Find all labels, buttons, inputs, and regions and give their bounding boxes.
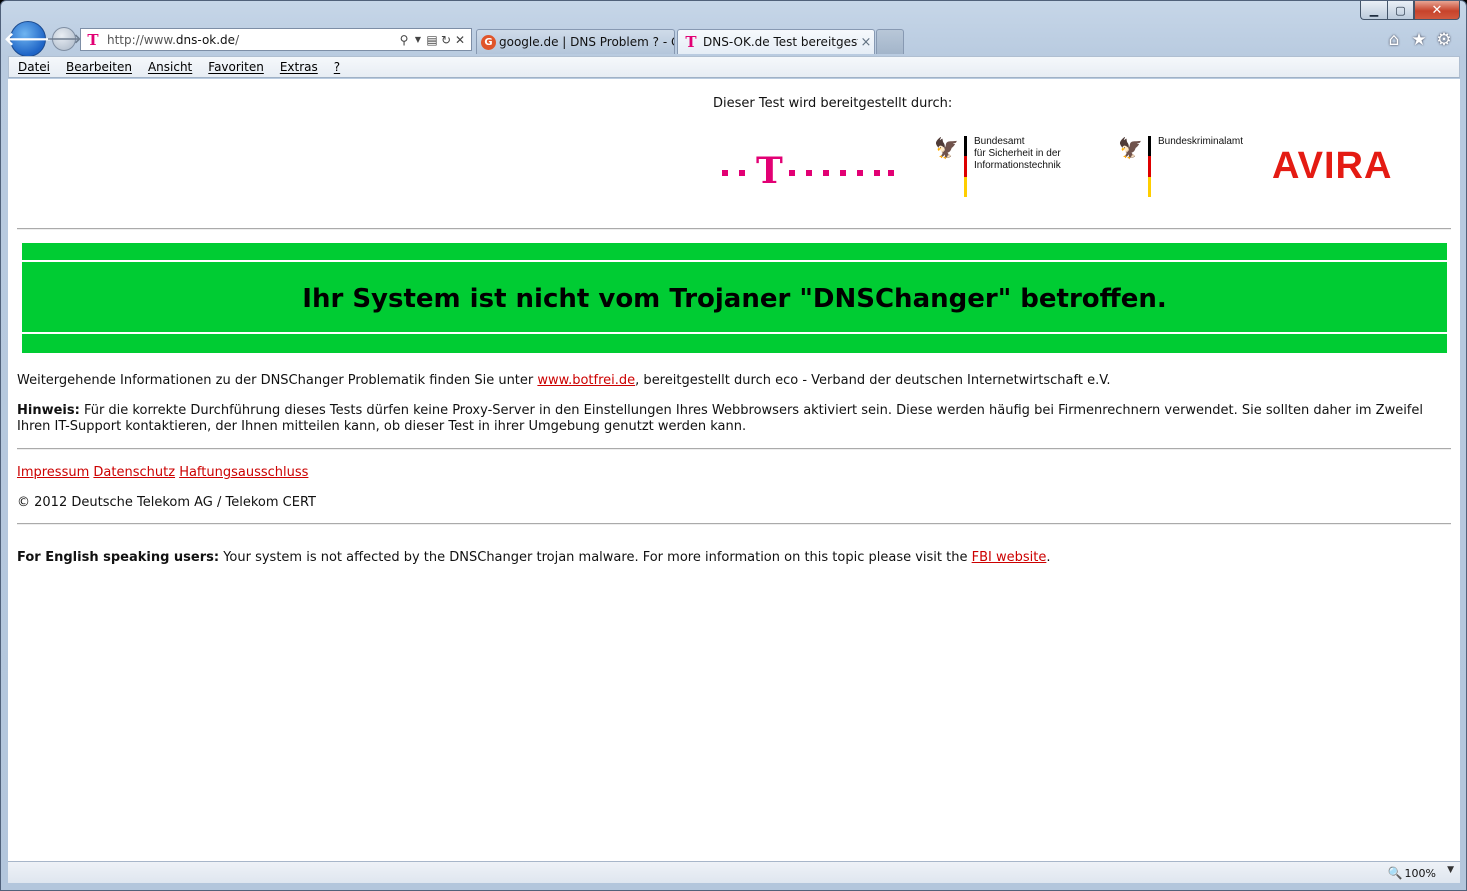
bsi-line-1: Bundesamt	[974, 136, 1025, 147]
new-tab-button[interactable]	[876, 29, 904, 54]
zoom-dropdown-icon[interactable]: ▼	[1447, 865, 1454, 875]
english-end: .	[1046, 550, 1051, 565]
bka-logo: 🦅 Bundeskriminalamt	[1118, 134, 1258, 199]
menu-datei[interactable]: Datei	[18, 60, 50, 74]
menu-extras[interactable]: Extras	[280, 60, 318, 74]
back-button[interactable]: 🡐	[4, 21, 52, 57]
url-host: dns-ok.de	[175, 32, 236, 47]
address-bar[interactable]: T http://www.dns-ok.de/ ⚲ ▼ ▤ ↻ ✕	[80, 28, 472, 51]
browser-window: ▁ ▢ ✕ 🡐 🡒 T http://www.dns-ok.de/ ⚲ ▼ ▤ …	[0, 0, 1467, 891]
favorites-star-icon[interactable]: ★	[1408, 30, 1430, 50]
home-icon[interactable]: ⌂	[1383, 30, 1405, 50]
tab-label: DNS-OK.de Test bereitgeste...	[703, 35, 858, 49]
english-notice: For English speaking users: Your system …	[17, 550, 1449, 566]
status-message: Ihr System ist nicht vom Trojaner "DNSCh…	[302, 284, 1167, 314]
hint-label: Hinweis:	[17, 403, 80, 418]
compatibility-view-icon[interactable]: ▤	[425, 33, 439, 47]
gear-icon[interactable]: ⚙	[1433, 30, 1455, 50]
menu-bar: Datei Bearbeiten Ansicht Favoriten Extra…	[8, 56, 1460, 78]
divider	[17, 448, 1451, 450]
bsi-line-2: für Sicherheit in der	[974, 148, 1061, 159]
info-paragraph: Weitergehende Informationen zu der DNSCh…	[17, 373, 1449, 389]
address-url[interactable]: http://www.dns-ok.de/	[103, 33, 397, 47]
flag-stripe	[1148, 136, 1151, 197]
menu-favoriten[interactable]: Favoriten	[208, 60, 264, 74]
page-content: Dieser Test wird bereitgestellt durch: T…	[8, 79, 1460, 861]
close-window-button[interactable]: ✕	[1414, 1, 1460, 20]
copyright: © 2012 Deutsche Telekom AG / Telekom CER…	[17, 495, 316, 510]
bsi-logo: 🦅 Bundesamt für Sicherheit in der Inform…	[934, 134, 1084, 199]
dropdown-arrow-icon[interactable]: ▼	[411, 35, 425, 44]
zoom-icon: 🔍	[1387, 866, 1403, 880]
bsi-line-3: Informationstechnik	[974, 160, 1061, 171]
google-favicon-icon: G	[481, 34, 496, 50]
zoom-control[interactable]: 🔍 100%	[1388, 866, 1436, 880]
stop-icon[interactable]: ✕	[453, 33, 467, 47]
minimize-button[interactable]: ▁	[1360, 1, 1387, 20]
close-tab-icon[interactable]: ×	[858, 35, 874, 50]
bka-text: Bundeskriminalamt	[1158, 136, 1244, 147]
search-icon[interactable]: ⚲	[397, 33, 411, 47]
info-text-before: Weitergehende Informationen zu der DNSCh…	[17, 373, 538, 388]
datenschutz-link[interactable]: Datenschutz	[93, 465, 175, 480]
menu-help[interactable]: ?	[334, 60, 340, 74]
tab-dns-ok[interactable]: T DNS-OK.de Test bereitgeste... ×	[677, 29, 875, 54]
footer-links: Impressum Datenschutz Haftungsausschluss	[17, 465, 1449, 481]
forward-arrow-icon: 🡒	[46, 32, 82, 47]
hint-text: Für die korrekte Durchführung dieses Tes…	[17, 403, 1423, 434]
status-bar: 🔍 100% ▼	[8, 861, 1460, 883]
refresh-icon[interactable]: ↻	[439, 33, 453, 47]
flag-stripe	[964, 136, 967, 197]
menu-bearbeiten[interactable]: Bearbeiten	[66, 60, 132, 74]
hint-paragraph: Hinweis: Für die korrekte Durchführung d…	[17, 403, 1449, 435]
impressum-link[interactable]: Impressum	[17, 465, 89, 480]
avira-logo: AVIRA	[1272, 145, 1393, 187]
forward-button[interactable]: 🡒	[47, 27, 81, 51]
fbi-link[interactable]: FBI website	[972, 550, 1047, 565]
telekom-logo: T	[720, 153, 895, 189]
status-banner: Ihr System ist nicht vom Trojaner "DNSCh…	[22, 243, 1447, 353]
url-prefix: http://www.	[107, 32, 176, 47]
url-suffix: /	[235, 32, 240, 47]
tab-google[interactable]: G google.de | DNS Problem ? - C...	[476, 29, 675, 54]
zoom-level: 100%	[1404, 866, 1436, 880]
maximize-button[interactable]: ▢	[1387, 1, 1414, 20]
divider	[17, 228, 1451, 230]
federal-eagle-icon: 🦅	[1118, 136, 1143, 160]
back-arrow-icon: 🡐	[3, 28, 53, 50]
info-text-after: , bereitgestellt durch eco - Verband der…	[635, 373, 1111, 388]
window-controls: ▁ ▢ ✕	[1360, 1, 1460, 20]
telekom-favicon-icon: T	[87, 30, 99, 49]
divider	[17, 523, 1451, 525]
english-label: For English speaking users:	[17, 550, 220, 565]
telekom-favicon-icon: T	[685, 33, 697, 51]
tab-label: google.de | DNS Problem ? - C...	[499, 35, 674, 49]
botfrei-link[interactable]: www.botfrei.de	[537, 373, 635, 388]
federal-eagle-icon: 🦅	[934, 136, 959, 160]
sponsor-label: Dieser Test wird bereitgestellt durch:	[713, 96, 953, 111]
haftungsausschluss-link[interactable]: Haftungsausschluss	[179, 465, 308, 480]
menu-ansicht[interactable]: Ansicht	[148, 60, 192, 74]
english-text: Your system is not affected by the DNSCh…	[219, 550, 972, 565]
